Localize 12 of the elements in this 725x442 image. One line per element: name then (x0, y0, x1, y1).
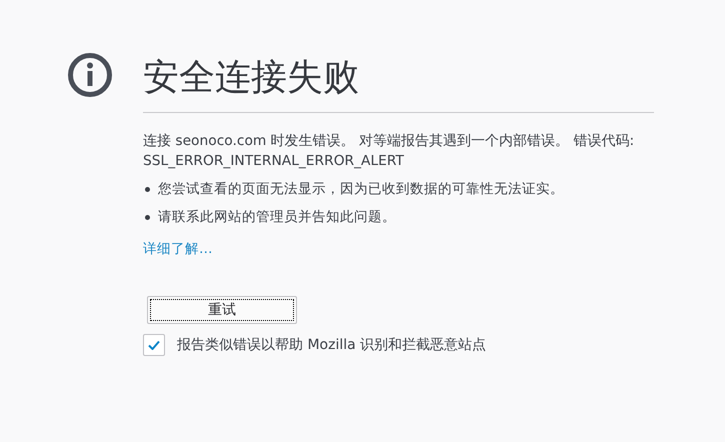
page-title: 安全连接失败 (143, 56, 360, 100)
bullet-text: 您尝试查看的页面无法显示，因为已收到数据的可靠性无法证实。 (158, 180, 564, 199)
bullet-icon (145, 214, 150, 220)
info-icon (67, 52, 113, 98)
bullet-icon (145, 186, 150, 192)
checkmark-icon (148, 340, 160, 350)
retry-button[interactable]: 重试 (147, 296, 297, 324)
error-description: 连接 seonoco.com 时发生错误。 对等端报告其遇到一个内部错误。 错误代码: SSL_ERROR_INTERNAL_ERROR_ALERT (143, 132, 636, 171)
learn-more-link[interactable]: 详细了解… (143, 240, 212, 258)
report-checkbox[interactable] (143, 334, 165, 356)
checkbox-label: 报告类似错误以帮助 Mozilla 识别和拦截恶意站点 (177, 336, 486, 354)
bullet-text: 请联系此网站的管理员并告知此问题。 (158, 208, 396, 227)
